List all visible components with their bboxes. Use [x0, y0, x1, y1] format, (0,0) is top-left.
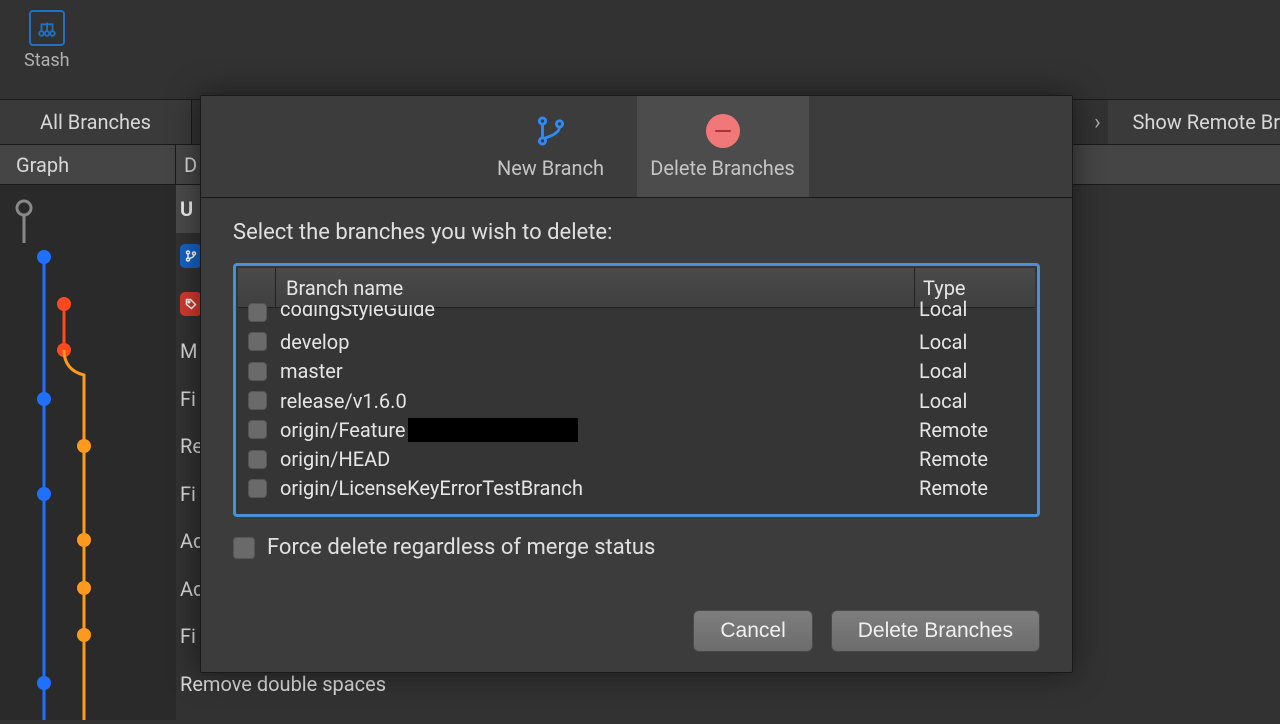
delete-icon	[706, 114, 740, 148]
tab-new-branch[interactable]: New Branch	[465, 96, 637, 197]
branch-checkbox[interactable]	[248, 303, 267, 322]
stash-label: Stash	[24, 50, 70, 71]
branch-checkbox[interactable]	[248, 450, 267, 469]
branch-type: Remote	[915, 447, 1035, 471]
branch-checkbox[interactable]	[248, 362, 267, 381]
tab-delete-branches-label: Delete Branches	[650, 156, 795, 180]
branch-type: Local	[915, 389, 1035, 413]
branch-type: Local	[915, 298, 1035, 321]
branch-row[interactable]: origin/FeatureRemote	[238, 415, 1035, 444]
description-column-header[interactable]: D	[176, 145, 197, 184]
force-delete-option[interactable]: Force delete regardless of merge status	[233, 535, 1040, 560]
tag-badge-icon	[180, 292, 202, 316]
delete-branches-dialog: New Branch Delete Branches Select the br…	[200, 95, 1073, 673]
branch-checkbox[interactable]	[248, 479, 267, 498]
all-branches-dropdown[interactable]: All Branches	[0, 100, 192, 144]
branch-name: release/v1.6.0	[276, 389, 915, 413]
chevron-right-icon[interactable]: ›	[1086, 110, 1108, 135]
branch-row[interactable]: release/v1.6.0Local	[238, 386, 1035, 415]
commit-message: Remove double spaces	[180, 672, 386, 696]
branch-checkbox[interactable]	[248, 391, 267, 410]
delete-branches-button[interactable]: Delete Branches	[831, 610, 1040, 652]
commit-message: Fi	[180, 387, 196, 411]
branch-table[interactable]: Branch name Type codingStyleGuideLocalde…	[233, 263, 1040, 517]
redacted-text	[408, 418, 578, 442]
show-remote-toggle[interactable]: Show Remote Br	[1108, 100, 1280, 144]
branch-row[interactable]: codingStyleGuideLocal	[238, 298, 1035, 327]
commit-message: M	[180, 339, 197, 363]
branch-row[interactable]: origin/LicenseKeyErrorTestBranchRemote	[238, 474, 1035, 503]
dialog-tabs: New Branch Delete Branches	[201, 96, 1072, 198]
dialog-instruction: Select the branches you wish to delete:	[233, 220, 1040, 245]
commit-message: Fi	[180, 624, 196, 648]
tab-new-branch-label: New Branch	[497, 156, 604, 180]
stash-icon	[29, 10, 65, 46]
commit-message: U	[180, 197, 193, 221]
force-delete-checkbox[interactable]	[233, 537, 255, 559]
branch-type: Remote	[915, 418, 1035, 442]
branch-name: origin/LicenseKeyErrorTestBranch	[276, 476, 915, 500]
stash-button[interactable]: Stash	[24, 10, 70, 71]
tab-delete-branches[interactable]: Delete Branches	[637, 96, 809, 197]
branch-icon	[534, 114, 568, 148]
branch-type: Local	[915, 359, 1035, 383]
branch-type: Remote	[915, 476, 1035, 500]
commit-message: Fi	[180, 482, 196, 506]
branch-name: codingStyleGuide	[276, 305, 915, 321]
branch-badge-icon	[180, 244, 202, 268]
force-delete-label: Force delete regardless of merge status	[267, 535, 655, 560]
branch-name: master	[276, 359, 915, 383]
branch-row[interactable]: masterLocal	[238, 357, 1035, 386]
branch-row[interactable]: developLocal	[238, 327, 1035, 356]
graph-column-header[interactable]: Graph	[0, 145, 176, 184]
branch-checkbox[interactable]	[248, 420, 267, 439]
main-toolbar: Stash	[0, 0, 1280, 100]
branch-type: Local	[915, 330, 1035, 354]
branch-checkbox[interactable]	[248, 332, 267, 351]
cancel-button[interactable]: Cancel	[693, 610, 812, 652]
branch-name: origin/Feature	[276, 418, 915, 442]
branch-name: origin/HEAD	[276, 447, 915, 471]
branch-name: develop	[276, 330, 915, 354]
commit-graph	[0, 185, 176, 720]
branch-row[interactable]: origin/HEADRemote	[238, 444, 1035, 473]
